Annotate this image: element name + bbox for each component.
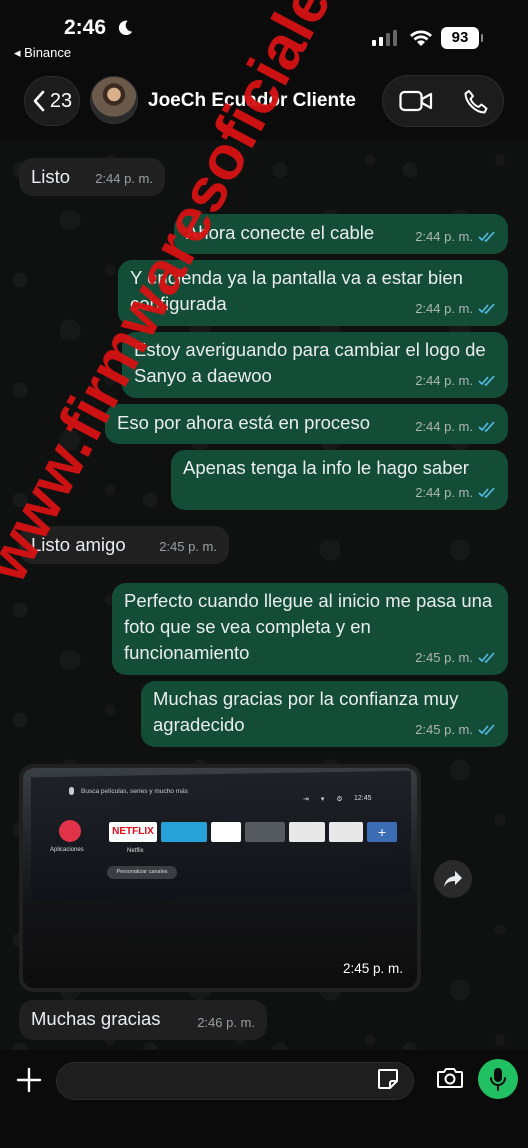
tv-customize-button: Personalizar canales bbox=[107, 866, 177, 879]
message-time: 2:45 p. m. bbox=[415, 722, 473, 737]
message-composer bbox=[0, 1050, 528, 1148]
message-outgoing[interactable]: Apenas tenga la info le hago saber 2:44 … bbox=[171, 450, 508, 510]
message-meta: 2:45 p. m. bbox=[415, 717, 496, 743]
chat-header: 23 JoeCh Ecuador Cliente bbox=[0, 68, 528, 140]
app-tile bbox=[211, 822, 241, 842]
message-outgoing[interactable]: Muchas gracias por la confianza muy agra… bbox=[141, 681, 508, 747]
read-ticks-icon bbox=[478, 303, 495, 315]
message-time: 2:44 p. m. bbox=[415, 229, 473, 244]
plus-icon[interactable] bbox=[16, 1067, 42, 1093]
tv-photo[interactable]: Busca películas, series y mucho más ⇥▾⚙ … bbox=[23, 768, 417, 988]
status-bar: 2:46 ◂ Binance 93 bbox=[0, 0, 528, 68]
message-outgoing[interactable]: Eso por ahora está en proceso 2:44 p. m. bbox=[105, 404, 508, 444]
message-outgoing[interactable]: Y encienda ya la pantalla va a estar bie… bbox=[118, 260, 508, 326]
forward-button[interactable] bbox=[434, 860, 472, 898]
read-ticks-icon bbox=[478, 421, 495, 433]
message-time: 2:46 p. m. bbox=[197, 1015, 255, 1030]
message-outgoing[interactable]: Estoy averiguando para cambiar el logo d… bbox=[122, 332, 508, 398]
app-tile: + bbox=[367, 822, 397, 842]
battery-indicator: 93 bbox=[441, 27, 483, 49]
tv-status-icons: ⇥▾⚙ bbox=[303, 796, 355, 803]
apps-grid-icon bbox=[59, 820, 81, 842]
read-ticks-icon bbox=[478, 375, 495, 387]
message-input-wrapper[interactable] bbox=[56, 1062, 414, 1100]
message-time: 2:44 p. m. bbox=[415, 373, 473, 388]
message-meta: 2:44 p. m. bbox=[95, 166, 153, 192]
back-button[interactable]: 23 bbox=[24, 76, 80, 126]
tv-search-hint: Busca películas, series y mucho más bbox=[81, 788, 188, 795]
message-time: 2:44 p. m. bbox=[95, 171, 153, 186]
chat-messages-area[interactable]: Listo 2:44 p. m. Ahora conecte el cable … bbox=[0, 140, 528, 1050]
message-outgoing[interactable]: Perfecto cuando llegue al inicio me pasa… bbox=[112, 583, 508, 675]
chevron-left-icon bbox=[33, 90, 45, 112]
status-time: 2:46 bbox=[64, 16, 107, 39]
tv-clock: 12:45 bbox=[354, 795, 372, 802]
wifi-icon bbox=[410, 30, 432, 46]
message-time: 2:44 p. m. bbox=[415, 419, 473, 434]
app-tile bbox=[329, 822, 363, 842]
tv-apps-label: Aplicaciones bbox=[50, 847, 84, 853]
read-ticks-icon bbox=[478, 724, 495, 736]
microphone-icon bbox=[490, 1068, 506, 1091]
message-meta: 2:44 p. m. bbox=[415, 224, 496, 250]
message-meta: 2:45 p. m. bbox=[159, 534, 217, 560]
read-ticks-icon bbox=[478, 487, 495, 499]
message-meta: 2:44 p. m. bbox=[415, 480, 496, 506]
read-ticks-icon bbox=[478, 652, 495, 664]
share-forward-icon bbox=[444, 871, 462, 887]
cellular-signal-icon bbox=[372, 30, 397, 46]
voice-message-button[interactable] bbox=[478, 1059, 518, 1099]
message-incoming[interactable]: Muchas gracias 2:46 p. m. bbox=[19, 1000, 267, 1040]
video-call-icon[interactable] bbox=[399, 90, 433, 112]
message-time: 2:44 p. m. bbox=[415, 485, 473, 500]
message-incoming[interactable]: Listo 2:44 p. m. bbox=[19, 158, 165, 196]
call-actions bbox=[382, 75, 504, 127]
contact-avatar[interactable] bbox=[90, 76, 138, 124]
message-meta: 2:44 p. m. bbox=[415, 368, 496, 394]
message-outgoing[interactable]: Ahora conecte el cable 2:44 p. m. bbox=[174, 214, 508, 254]
sticker-icon[interactable] bbox=[376, 1067, 400, 1091]
unread-count: 23 bbox=[49, 89, 73, 112]
tv-netflix-label: Netflix bbox=[127, 848, 144, 854]
message-time: 2:45 p. m. bbox=[159, 539, 217, 554]
message-time: 2:45 p. m. bbox=[415, 650, 473, 665]
image-message[interactable]: Busca películas, series y mucho más ⇥▾⚙ … bbox=[19, 764, 421, 992]
message-meta: 2:44 p. m. bbox=[415, 414, 496, 440]
voice-call-icon[interactable] bbox=[463, 89, 489, 115]
message-text: Apenas tenga la info le hago saber bbox=[183, 457, 469, 478]
message-meta: 2:45 p. m. bbox=[415, 645, 496, 671]
contact-name[interactable]: JoeCh Ecuador Cliente bbox=[148, 90, 356, 112]
message-time: 2:44 p. m. bbox=[415, 301, 473, 316]
message-incoming[interactable]: Listo amigo 2:45 p. m. bbox=[19, 526, 229, 564]
moon-icon bbox=[118, 20, 133, 36]
message-meta: 2:46 p. m. bbox=[197, 1010, 255, 1036]
message-time: 2:45 p. m. bbox=[342, 961, 403, 976]
netflix-tile: NETFLIX bbox=[109, 822, 157, 842]
message-input[interactable] bbox=[71, 1070, 371, 1092]
app-tile bbox=[289, 822, 325, 842]
camera-icon[interactable] bbox=[436, 1066, 464, 1090]
app-tile bbox=[245, 822, 285, 842]
message-meta: 2:44 p. m. bbox=[415, 296, 496, 322]
read-ticks-icon bbox=[478, 231, 495, 243]
mic-icon bbox=[69, 787, 74, 795]
back-to-app-link[interactable]: ◂ Binance bbox=[14, 45, 71, 61]
app-tile bbox=[161, 822, 207, 842]
